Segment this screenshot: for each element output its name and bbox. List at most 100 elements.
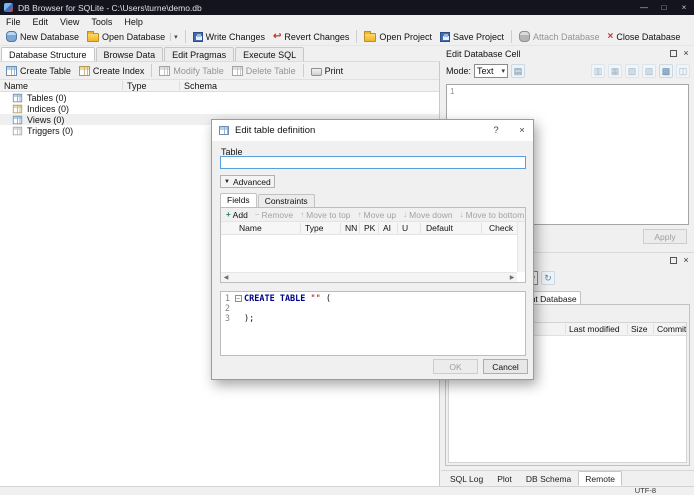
float-dock-icon[interactable] bbox=[670, 50, 677, 57]
column-header-type[interactable]: Type bbox=[305, 223, 323, 233]
modify-table-button[interactable]: Modify Table bbox=[155, 65, 227, 77]
print-button[interactable]: Print bbox=[307, 65, 348, 77]
advanced-toggle-button[interactable]: ▼ Advanced bbox=[220, 175, 275, 188]
fields-panel: + Add − Remove ↑ Move to top ↑ Move up ↓ bbox=[220, 207, 526, 283]
revert-changes-button[interactable]: ↩ Revert Changes bbox=[269, 31, 353, 43]
mode-select[interactable]: Text ▾ bbox=[474, 64, 509, 78]
column-divider bbox=[565, 324, 566, 334]
column-divider bbox=[481, 223, 482, 233]
column-header-ai[interactable]: AI bbox=[383, 223, 391, 233]
column-header-pk[interactable]: PK bbox=[364, 223, 375, 233]
print-icon bbox=[310, 67, 322, 76]
move-top-icon: ↑ bbox=[300, 209, 305, 219]
remove-field-button[interactable]: − Remove bbox=[252, 210, 296, 220]
float-dock-icon[interactable] bbox=[670, 257, 677, 264]
create-index-button[interactable]: Create Index bbox=[75, 65, 149, 77]
reload-identities-button[interactable]: ↻ bbox=[541, 271, 555, 285]
horizontal-scrollbar[interactable]: ◀ ▶ bbox=[221, 272, 517, 282]
schema-tree-header: Name Type Schema bbox=[0, 79, 439, 92]
tree-item-indices[interactable]: Indices (0) bbox=[0, 103, 439, 114]
import-cell-button[interactable]: ▤ bbox=[511, 64, 526, 78]
tab-remote[interactable]: Remote bbox=[578, 471, 623, 486]
code-fold-icon[interactable]: − bbox=[234, 295, 242, 302]
column-header-default[interactable]: Default bbox=[426, 223, 453, 233]
ok-button[interactable]: OK bbox=[433, 359, 478, 374]
minimize-button[interactable]: — bbox=[634, 0, 654, 15]
delete-table-button[interactable]: Delete Table bbox=[228, 65, 300, 77]
apply-button[interactable]: Apply bbox=[643, 229, 687, 244]
tab-fields[interactable]: Fields bbox=[220, 193, 257, 207]
paste-cell-button[interactable]: ▨ bbox=[642, 64, 656, 78]
column-divider bbox=[179, 81, 180, 90]
set-null-button[interactable]: ▦ bbox=[608, 64, 622, 78]
open-database-dropdown-icon[interactable]: ▾ bbox=[170, 32, 178, 41]
save-project-button[interactable]: Save Project bbox=[436, 31, 508, 43]
menu-view[interactable]: View bbox=[54, 17, 85, 27]
close-button[interactable]: × bbox=[674, 0, 694, 15]
move-down-button[interactable]: ↓ Move down bbox=[400, 210, 455, 220]
create-table-button[interactable]: Create Table bbox=[2, 65, 75, 77]
open-project-button[interactable]: Open Project bbox=[360, 30, 436, 43]
write-changes-icon bbox=[192, 31, 203, 42]
menu-edit[interactable]: Edit bbox=[27, 17, 55, 27]
column-header-check[interactable]: Check bbox=[489, 223, 513, 233]
new-database-button[interactable]: New Database bbox=[2, 30, 83, 43]
column-header-type[interactable]: Type bbox=[127, 81, 147, 91]
column-header-name[interactable]: Name bbox=[4, 81, 28, 91]
scroll-left-icon[interactable]: ◀ bbox=[221, 274, 231, 281]
remove-icon: − bbox=[254, 209, 260, 219]
scroll-right-icon[interactable]: ▶ bbox=[507, 274, 517, 281]
tab-edit-pragmas[interactable]: Edit Pragmas bbox=[164, 47, 235, 61]
word-wrap-button[interactable]: ▩ bbox=[659, 64, 673, 78]
column-header-nn[interactable]: NN bbox=[345, 223, 357, 233]
menubar: File Edit View Tools Help bbox=[0, 15, 694, 28]
tab-sql-log[interactable]: SQL Log bbox=[443, 471, 490, 486]
column-header-commit[interactable]: Commit bbox=[657, 324, 687, 334]
tree-item-tables[interactable]: Tables (0) bbox=[0, 92, 439, 103]
move-to-top-button[interactable]: ↑ Move to top bbox=[297, 210, 353, 220]
write-changes-button[interactable]: Write Changes bbox=[189, 31, 269, 43]
menu-tools[interactable]: Tools bbox=[85, 17, 118, 27]
vertical-scrollbar[interactable] bbox=[517, 222, 525, 272]
encoding-indicator[interactable]: UTF-8 bbox=[635, 487, 656, 495]
column-header-size[interactable]: Size bbox=[631, 324, 648, 334]
app-window: DB Browser for SQLite - C:\Users\turne\d… bbox=[0, 0, 694, 495]
tab-execute-sql[interactable]: Execute SQL bbox=[235, 47, 305, 61]
column-header-schema[interactable]: Schema bbox=[184, 81, 217, 91]
fields-table-body[interactable] bbox=[221, 235, 517, 272]
table-name-input[interactable] bbox=[220, 156, 526, 169]
close-dock-icon[interactable]: × bbox=[681, 49, 691, 58]
tab-plot[interactable]: Plot bbox=[490, 471, 519, 486]
close-database-button[interactable]: × Close Database bbox=[604, 31, 685, 43]
close-dock-icon[interactable]: × bbox=[681, 256, 691, 265]
dialog-tabbar: Fields Constraints bbox=[220, 193, 316, 207]
revert-changes-icon: ↩ bbox=[272, 30, 282, 42]
column-divider bbox=[653, 324, 654, 334]
export-cell-button[interactable]: ▥ bbox=[591, 64, 605, 78]
tab-db-schema[interactable]: DB Schema bbox=[519, 471, 578, 486]
column-header-name[interactable]: Name bbox=[239, 223, 262, 233]
dialog-close-button[interactable]: × bbox=[511, 120, 533, 141]
sql-paren: ( bbox=[320, 294, 332, 304]
indices-icon bbox=[12, 104, 23, 113]
dock-tabbar: SQL Log Plot DB Schema Remote bbox=[441, 470, 694, 486]
copy-cell-button[interactable]: ▧ bbox=[625, 64, 639, 78]
column-header-last-modified[interactable]: Last modified bbox=[569, 324, 620, 334]
print-cell-button[interactable]: ◫ bbox=[676, 64, 690, 78]
tab-constraints[interactable]: Constraints bbox=[257, 194, 315, 207]
maximize-button[interactable]: □ bbox=[654, 0, 674, 15]
main-toolbar: New Database Open Database ▾ Write Chang… bbox=[0, 28, 694, 46]
save-project-icon bbox=[439, 31, 450, 42]
menu-help[interactable]: Help bbox=[118, 17, 149, 27]
add-field-button[interactable]: + Add bbox=[223, 210, 251, 220]
move-to-bottom-button[interactable]: ↓ Move to bottom bbox=[457, 210, 528, 220]
menu-file[interactable]: File bbox=[0, 17, 27, 27]
cancel-button[interactable]: Cancel bbox=[483, 359, 528, 374]
move-up-button[interactable]: ↑ Move up bbox=[355, 210, 400, 220]
column-header-u[interactable]: U bbox=[402, 223, 408, 233]
dialog-help-button[interactable]: ? bbox=[485, 120, 507, 141]
tab-browse-data[interactable]: Browse Data bbox=[95, 47, 164, 61]
tab-database-structure[interactable]: Database Structure bbox=[1, 47, 95, 61]
open-database-button[interactable]: Open Database ▾ bbox=[83, 30, 182, 43]
attach-database-button[interactable]: Attach Database bbox=[515, 30, 604, 43]
